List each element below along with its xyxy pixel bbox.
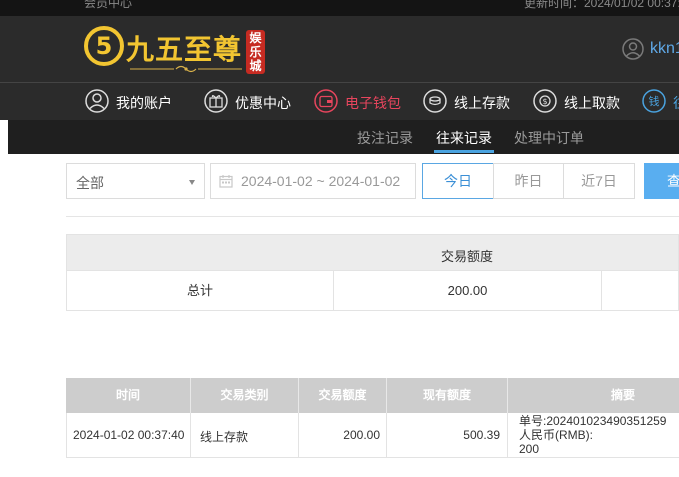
nav-label: 电子钱包 xyxy=(345,95,401,111)
nav-label: 我的账户 xyxy=(116,95,172,111)
nav-label: 线上存款 xyxy=(454,95,510,111)
summary-header-label: 交易额度 xyxy=(441,249,494,264)
date-range-input[interactable]: 2024-01-02 ~ 2024-01-02 xyxy=(210,163,416,199)
column-header-memo: 摘要 xyxy=(610,388,635,402)
type-value: 线上存款 xyxy=(200,430,249,444)
summary-row: 总计 200.00 xyxy=(66,271,679,311)
nav-label: 优惠中心 xyxy=(235,95,291,111)
last-7-days-button[interactable]: 近7日 xyxy=(563,163,635,199)
yesterday-button[interactable]: 昨日 xyxy=(493,163,564,199)
logo-ornament-icon xyxy=(130,65,242,73)
svg-text:$: $ xyxy=(542,97,547,106)
column-header-balance: 现有额度 xyxy=(387,378,508,413)
balance-value: 500.39 xyxy=(463,428,500,442)
withdraw-icon: $ xyxy=(533,89,557,113)
cell-balance: 500.39 xyxy=(387,413,508,458)
account-icon xyxy=(85,89,109,113)
member-center-text: 会员中心 xyxy=(84,0,133,10)
column-header-type: 交易类别 xyxy=(191,378,299,413)
date-range-value: 2024-01-02 ~ 2024-01-02 xyxy=(241,173,401,189)
cell-time: 2024-01-02 00:37:40 xyxy=(67,413,191,458)
column-header-amount: 交易额度 xyxy=(299,378,387,413)
sub-nav: 投注记录 往来记录 处理中订单 xyxy=(8,120,679,154)
brand-seal: 娱乐城 xyxy=(246,30,265,74)
tab-transaction-records[interactable]: 往来记录 xyxy=(434,128,494,153)
records-icon: 钱 xyxy=(642,89,666,113)
main-nav: 我的账户 优惠中心 电子钱包 线上存款 $ 线上取款 钱 xyxy=(0,82,679,120)
amount-value: 200.00 xyxy=(343,428,380,442)
column-header-time: 时间 xyxy=(66,378,191,413)
summary-header: 交易额度 xyxy=(66,234,679,271)
brand-title: 九五至尊 xyxy=(126,33,243,66)
calendar-icon xyxy=(219,175,233,188)
time-value: 2024-01-02 00:37:40 xyxy=(73,428,185,442)
update-time-text: 更新时间：2024/01/02 00:37: xyxy=(524,0,679,10)
today-button[interactable]: 今日 xyxy=(422,163,494,199)
deposit-icon xyxy=(423,89,447,113)
tab-bet-records[interactable]: 投注记录 xyxy=(357,128,413,148)
wallet-icon xyxy=(314,89,338,113)
memo-currency: 人民币(RMB): xyxy=(519,428,593,442)
top-strip: 会员中心 更新时间：2024/01/02 00:37: xyxy=(0,0,679,16)
type-select[interactable]: 全部 xyxy=(66,163,205,199)
nav-label: 线上取款 xyxy=(564,95,620,111)
cell-type: 线上存款 xyxy=(191,413,299,458)
chevron-down-icon xyxy=(189,180,195,185)
svg-text:钱: 钱 xyxy=(649,94,660,108)
type-select-value: 全部 xyxy=(76,175,104,191)
cell-memo: 单号:202401023490351259 人民币(RMB): 200 xyxy=(519,414,666,456)
divider xyxy=(66,216,679,217)
logo-badge-icon: 5 xyxy=(84,26,124,66)
memo-order-number: 单号:202401023490351259 xyxy=(519,414,667,428)
tab-pending-orders[interactable]: 处理中订单 xyxy=(514,128,584,148)
nav-label: 往 xyxy=(673,93,679,113)
page: 会员中心 更新时间：2024/01/02 00:37: 5 九五至尊 娱乐城 k… xyxy=(0,0,679,477)
brand-seal-text: 娱乐城 xyxy=(249,31,262,73)
query-button[interactable]: 查 xyxy=(644,163,679,199)
svg-text:5: 5 xyxy=(96,32,113,60)
summary-total-value: 200.00 xyxy=(334,271,602,310)
cell-amount: 200.00 xyxy=(299,413,387,458)
table-row: 2024-01-02 00:37:40 线上存款 200.00 500.39 单… xyxy=(66,413,679,458)
gift-icon xyxy=(204,89,228,113)
table-header: 时间 交易类别 交易额度 现有额度 摘要 xyxy=(66,378,679,413)
memo-amount: 200 xyxy=(519,442,540,456)
username: kkn1 xyxy=(650,40,679,57)
site-header: 5 九五至尊 娱乐城 kkn1 xyxy=(0,16,679,82)
summary-total-label: 总计 xyxy=(67,271,334,310)
user-circle-icon xyxy=(622,38,644,60)
